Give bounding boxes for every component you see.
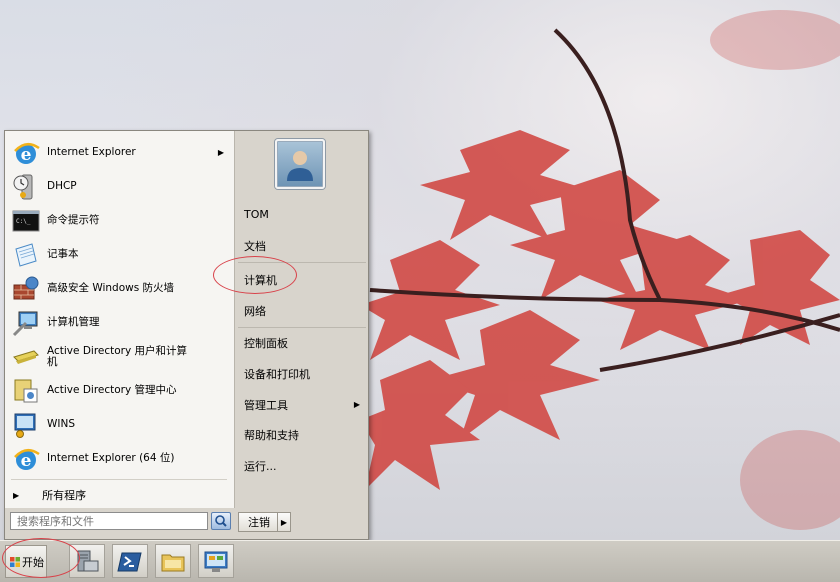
user-picture[interactable]	[275, 139, 325, 189]
places-pane: TOM 文档 计算机 网络 控制面板 设备和打印机 管理工具 ▶ 帮助和支持 运…	[235, 131, 368, 539]
place-network[interactable]: 网络	[235, 296, 368, 325]
search-area	[10, 512, 234, 532]
annotation-circle-start	[2, 538, 80, 578]
program-ad-admin-center[interactable]: Active Directory 管理中心	[5, 374, 234, 407]
quick-launch-control-panel[interactable]	[198, 544, 234, 578]
all-programs-label: 所有程序	[42, 489, 87, 502]
search-icon	[215, 515, 227, 527]
all-programs-button[interactable]: ▶ 所有程序	[5, 483, 234, 507]
program-notepad[interactable]: 记事本	[5, 238, 234, 271]
place-admin-tools[interactable]: 管理工具 ▶	[235, 390, 368, 419]
program-label: Internet Explorer	[47, 146, 136, 158]
control-panel-icon	[204, 551, 228, 572]
program-label: 高级安全 Windows 防火墙	[47, 282, 175, 294]
program-computer-management[interactable]: 计算机管理	[5, 306, 234, 339]
program-label: 命令提示符	[47, 214, 100, 226]
start-menu: e Internet Explorer ▶ DHCP C:\_ 命令提示符 记事…	[4, 130, 369, 540]
place-label: TOM	[244, 208, 269, 221]
svg-text:e: e	[21, 145, 32, 165]
user-avatar-icon	[287, 151, 313, 181]
place-label: 运行...	[244, 459, 277, 473]
explorer-icon	[161, 554, 185, 572]
place-user[interactable]: TOM	[235, 200, 368, 229]
submenu-arrow-icon: ▶	[217, 148, 224, 157]
powershell-icon	[117, 552, 142, 572]
wins-icon	[14, 413, 36, 438]
internet-explorer-icon: e	[14, 448, 40, 471]
program-ad-users[interactable]: Active Directory 用户和计算机	[5, 340, 234, 373]
svg-text:e: e	[21, 451, 32, 471]
logoff-label: 注销	[248, 516, 270, 529]
program-internet-explorer-64[interactable]: e Internet Explorer (64 位)	[5, 442, 234, 475]
place-label: 管理工具	[244, 398, 288, 412]
command-prompt-icon: C:\_	[12, 210, 40, 231]
program-label: Active Directory 用户和计算机	[47, 344, 188, 368]
program-label: 记事本	[47, 248, 79, 260]
submenu-arrow-icon: ▶	[353, 400, 360, 409]
search-button[interactable]	[211, 512, 231, 530]
program-internet-explorer[interactable]: e Internet Explorer ▶	[5, 136, 234, 169]
program-label: Internet Explorer (64 位)	[47, 452, 175, 464]
program-wins[interactable]: WINS	[5, 408, 234, 441]
place-control-panel[interactable]: 控制面板	[235, 328, 368, 357]
place-label: 控制面板	[244, 336, 288, 350]
place-label: 文档	[244, 239, 266, 253]
program-firewall[interactable]: 高级安全 Windows 防火墙	[5, 272, 234, 305]
dhcp-icon	[13, 174, 33, 199]
taskbar: 开始	[0, 540, 840, 582]
program-dhcp[interactable]: DHCP	[5, 170, 234, 203]
program-label: 计算机管理	[47, 316, 100, 328]
pinned-programs-list: e Internet Explorer ▶ DHCP C:\_ 命令提示符 记事…	[5, 131, 235, 508]
place-label: 网络	[244, 304, 266, 318]
svg-text:C:\_: C:\_	[16, 218, 31, 225]
computer-management-icon	[12, 311, 38, 336]
annotation-circle-computer	[213, 256, 297, 294]
place-run[interactable]: 运行...	[235, 451, 368, 480]
program-label: Active Directory 管理中心	[47, 384, 177, 396]
expand-arrow-icon: ▶	[13, 490, 20, 500]
search-input[interactable]	[10, 512, 208, 530]
firewall-icon	[13, 276, 39, 299]
quick-launch-powershell[interactable]	[112, 544, 148, 578]
place-devices-printers[interactable]: 设备和打印机	[235, 359, 368, 388]
program-label: DHCP	[47, 180, 77, 192]
place-label: 帮助和支持	[244, 428, 299, 442]
place-label: 设备和打印机	[244, 367, 310, 381]
program-command-prompt[interactable]: C:\_ 命令提示符	[5, 204, 234, 237]
wallpaper-maple-leaves	[360, 10, 840, 530]
program-label: WINS	[47, 418, 75, 430]
divider	[11, 479, 227, 480]
quick-launch-explorer[interactable]	[155, 544, 191, 578]
notepad-icon	[15, 242, 37, 267]
ad-admin-center-icon	[14, 379, 38, 402]
internet-explorer-icon: e	[14, 142, 40, 165]
place-help-support[interactable]: 帮助和支持	[235, 420, 368, 449]
logoff-button[interactable]: 注销 ▶	[238, 512, 291, 532]
shutdown-options-arrow-icon[interactable]: ▶	[277, 513, 290, 531]
ad-users-icon	[13, 349, 39, 364]
